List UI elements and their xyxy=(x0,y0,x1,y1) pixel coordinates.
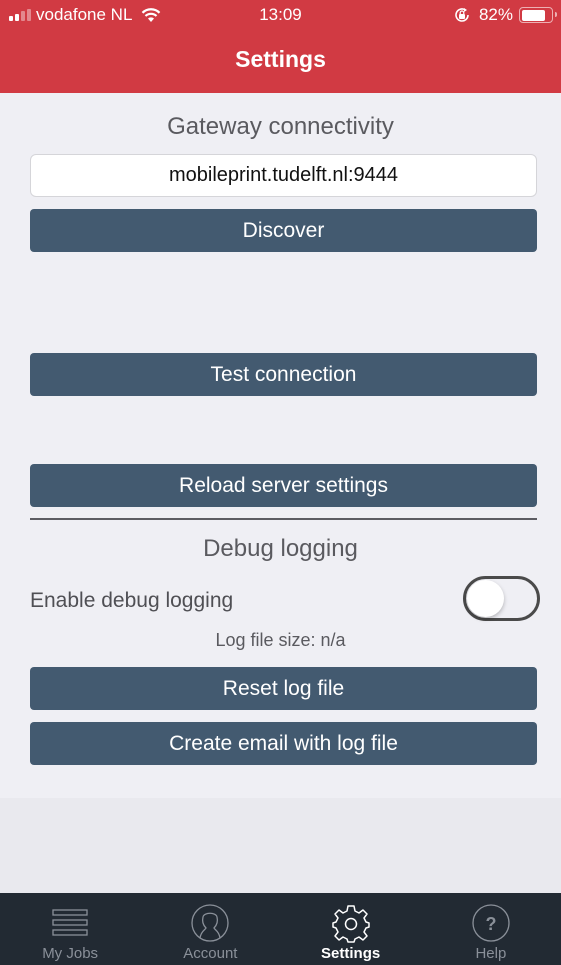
test-connection-button[interactable]: Test connection xyxy=(30,353,537,396)
settings-content: Gateway connectivity Discover Test conne… xyxy=(0,93,561,798)
create-email-button[interactable]: Create email with log file xyxy=(30,722,537,765)
person-icon xyxy=(191,904,230,942)
tab-label: Account xyxy=(183,945,238,962)
battery-percent: 82% xyxy=(478,5,513,24)
gear-icon xyxy=(331,905,370,943)
section-divider xyxy=(30,518,537,520)
tab-settings[interactable]: Settings xyxy=(281,893,421,965)
tab-label: My Jobs xyxy=(42,945,99,962)
status-bar: vodafone NL 13:09 82% xyxy=(0,0,561,30)
tab-my-jobs[interactable]: My Jobs xyxy=(0,893,140,965)
debug-logging-toggle[interactable] xyxy=(463,576,540,621)
rotation-lock-icon xyxy=(455,8,469,22)
tab-label: Help xyxy=(475,945,507,962)
enable-debug-logging-label: Enable debug logging xyxy=(30,589,234,612)
reload-server-settings-button[interactable]: Reload server settings xyxy=(30,464,537,507)
reset-log-file-button[interactable]: Reset log file xyxy=(30,667,537,710)
tab-help[interactable]: ? Help xyxy=(421,893,561,965)
tab-bar: My Jobs Account Settings ? Help xyxy=(0,893,561,965)
toggle-knob xyxy=(467,580,504,617)
list-icon xyxy=(52,909,88,936)
header: vodafone NL 13:09 82% Settings xyxy=(0,0,561,93)
tab-label: Settings xyxy=(321,945,381,962)
tab-account[interactable]: Account xyxy=(140,893,280,965)
page-title: Settings xyxy=(235,46,326,72)
server-address-input[interactable] xyxy=(30,154,537,197)
debug-section-title: Debug logging xyxy=(203,535,358,562)
help-icon: ? xyxy=(472,904,510,942)
battery-icon xyxy=(519,7,557,23)
discover-button[interactable]: Discover xyxy=(30,209,537,252)
gateway-section-title: Gateway connectivity xyxy=(167,113,394,140)
svg-text:?: ? xyxy=(485,914,496,934)
log-file-size: Log file size: n/a xyxy=(215,630,346,650)
